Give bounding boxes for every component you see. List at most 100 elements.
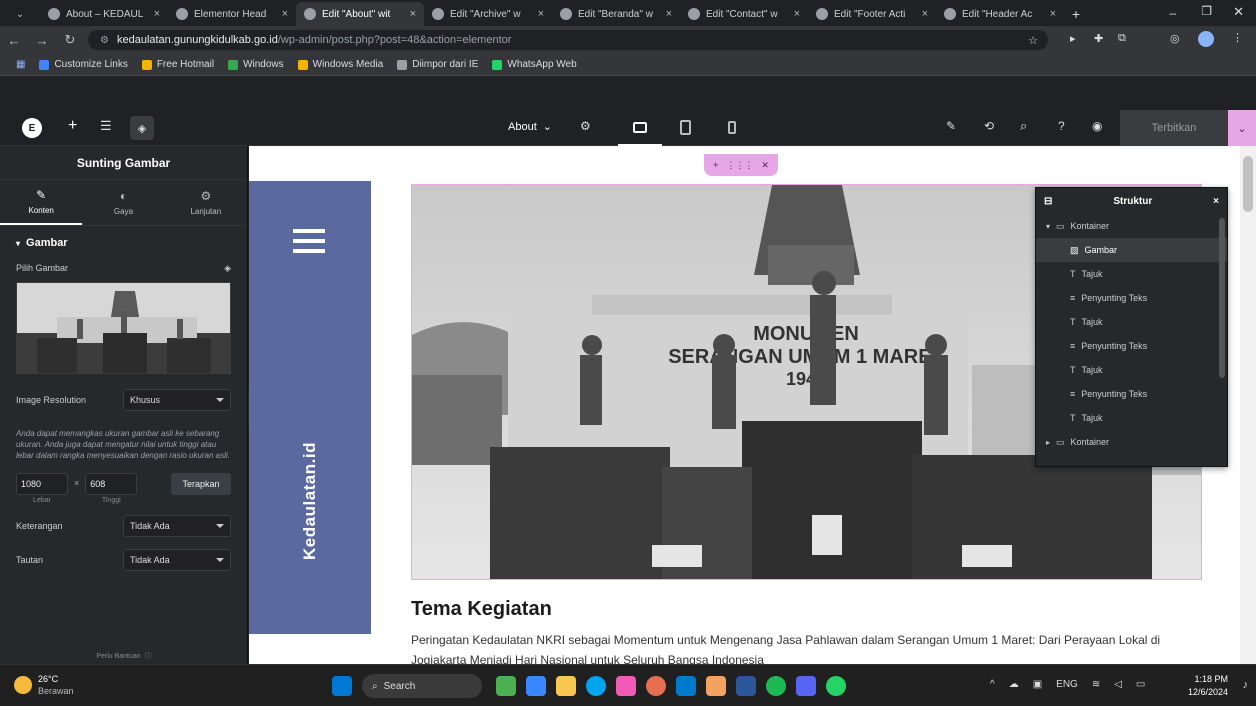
tab-style[interactable]: ◐ Gaya	[82, 180, 164, 225]
file-explorer-icon[interactable]	[556, 676, 576, 696]
help-icon[interactable]: ?	[1058, 119, 1065, 133]
tab-search-chevron-icon[interactable]: ⌄	[0, 2, 40, 26]
browser-tab[interactable]: About – KEDAUL ×	[40, 2, 168, 26]
navigator-close-icon[interactable]: ×	[1213, 196, 1219, 207]
history-icon[interactable]: ⟲	[984, 119, 994, 133]
windows-start-icon[interactable]	[332, 676, 352, 696]
puzzle-icon[interactable]: ⧉	[1118, 32, 1126, 45]
navigator-item[interactable]: ≡ Penyunting Teks	[1036, 334, 1227, 358]
whatsapp-icon[interactable]	[826, 676, 846, 696]
browser-tab[interactable]: Edit "About" wit ×	[296, 2, 424, 26]
canvas-scroll-thumb[interactable]	[1243, 156, 1253, 212]
browser-tab[interactable]: Edit "Header Ac ×	[936, 2, 1064, 26]
desktop-view-icon[interactable]	[618, 110, 662, 146]
mobile-view-icon[interactable]	[728, 121, 736, 134]
tab-close-icon[interactable]: ×	[666, 8, 672, 20]
back-icon[interactable]: ←	[0, 33, 28, 48]
tray-app-icon[interactable]: ▣	[1033, 679, 1042, 690]
bookmark-star-icon[interactable]: ☆	[1028, 34, 1038, 47]
browser-tab[interactable]: Elementor Head ×	[168, 2, 296, 26]
tab-close-icon[interactable]: ×	[282, 8, 288, 20]
tab-content[interactable]: ✎ Konten	[0, 180, 83, 225]
hamburger-menu-icon[interactable]	[293, 229, 325, 253]
tab-close-icon[interactable]: ×	[154, 8, 160, 20]
browser-tab[interactable]: Edit "Contact" w ×	[680, 2, 808, 26]
height-input[interactable]: 608	[85, 473, 138, 495]
caret-down-icon[interactable]: ▾	[1046, 222, 1050, 231]
taskbar-search[interactable]: ⌕ Search	[362, 674, 482, 698]
language-indicator[interactable]: ENG	[1056, 679, 1078, 690]
page-settings-icon[interactable]: ⚙	[580, 119, 591, 133]
new-tab-icon[interactable]: +	[1064, 2, 1088, 26]
section-image-toggle[interactable]: ▾ Gambar	[0, 226, 247, 260]
window-close-icon[interactable]: ✕	[1233, 4, 1244, 20]
publish-button[interactable]: Terbitkan	[1120, 110, 1228, 146]
vscode-icon[interactable]	[676, 676, 696, 696]
edge-icon[interactable]	[586, 676, 606, 696]
store-icon[interactable]	[616, 676, 636, 696]
task-view-icon[interactable]	[526, 676, 546, 696]
tab-close-icon[interactable]: ×	[538, 8, 544, 20]
tab-advanced[interactable]: ⚙ Lanjutan	[165, 180, 247, 225]
restore-icon[interactable]: ❐	[1201, 4, 1212, 18]
publish-options-chevron-icon[interactable]: ⌄	[1228, 110, 1256, 146]
browser-tab[interactable]: Edit "Footer Acti ×	[808, 2, 936, 26]
browser-tab[interactable]: Edit "Archive" w ×	[424, 2, 552, 26]
navigator-scrollbar[interactable]	[1219, 218, 1225, 378]
preview-eye-icon[interactable]: ◉	[1092, 119, 1102, 133]
structure-icon[interactable]: ◈	[130, 116, 154, 140]
bookmark-item[interactable]: Customize Links	[39, 59, 128, 70]
navigator-item[interactable]: ≡ Penyunting Teks	[1036, 286, 1227, 310]
bookmark-item[interactable]: Free Hotmail	[141, 59, 214, 70]
help-link[interactable]: Perlu Bantuan ⓘ	[0, 648, 248, 664]
canvas-scrollbar[interactable]	[1240, 146, 1256, 664]
vpn-icon[interactable]: ◎	[1170, 32, 1180, 45]
reload-icon[interactable]: ↻	[56, 32, 84, 48]
landscape-app-icon[interactable]	[496, 676, 516, 696]
edit-icon[interactable]: ✎	[946, 119, 956, 133]
navigator-item[interactable]: ▾ ▭ Kontainer	[1036, 214, 1227, 238]
browser-tab[interactable]: Edit "Beranda" w ×	[552, 2, 680, 26]
collapse-all-icon[interactable]: ⊟	[1044, 196, 1052, 207]
chat-app-icon[interactable]	[796, 676, 816, 696]
apply-button[interactable]: Terapkan	[171, 473, 231, 495]
drag-handle-icon[interactable]: ⋮⋮⋮	[726, 160, 753, 171]
minimize-icon[interactable]: –	[1169, 6, 1176, 20]
width-input[interactable]: 1080	[16, 473, 68, 495]
navigator-item[interactable]: T Tajuk	[1036, 262, 1227, 286]
extension-icon[interactable]: ✚	[1094, 32, 1103, 45]
tab-close-icon[interactable]: ×	[410, 8, 416, 20]
link-select[interactable]: Tidak Ada	[123, 549, 231, 571]
add-element-icon[interactable]: +	[68, 117, 77, 135]
bookmark-item[interactable]: Diimpor dari IE	[397, 59, 478, 70]
notification-bell-icon[interactable]: ♪	[1243, 679, 1249, 691]
apps-grid-icon[interactable]: ▦	[16, 59, 25, 70]
spotify-icon[interactable]	[766, 676, 786, 696]
weather-widget[interactable]: 26°C Berawan	[14, 673, 74, 697]
add-icon[interactable]: +	[713, 160, 718, 170]
navigator-item[interactable]: T Tajuk	[1036, 358, 1227, 382]
delete-icon[interactable]: ✕	[761, 160, 769, 171]
volume-icon[interactable]: ◁	[1114, 679, 1122, 690]
page-selector[interactable]: About ⌄	[508, 120, 552, 134]
url-field[interactable]: ⚙ kedaulatan.gunungkidulkab.go.id/wp-adm…	[88, 30, 1048, 50]
image-thumbnail[interactable]	[16, 282, 231, 374]
caption-select[interactable]: Tidak Ada	[123, 515, 231, 537]
tab-close-icon[interactable]: ×	[922, 8, 928, 20]
battery-icon[interactable]: ▭	[1136, 679, 1145, 690]
tablet-view-icon[interactable]	[680, 120, 691, 135]
resolution-select[interactable]: Khusus	[123, 389, 231, 411]
word-icon[interactable]	[736, 676, 756, 696]
system-clock[interactable]: 1:18 PM 12/6/2024	[1188, 673, 1228, 699]
site-settings-icon[interactable]: ☰	[100, 118, 112, 134]
elementor-logo-icon[interactable]: E	[22, 118, 42, 138]
caret-right-icon[interactable]: ▸	[1046, 438, 1050, 447]
profile-avatar[interactable]	[1198, 31, 1214, 47]
notes-app-icon[interactable]	[706, 676, 726, 696]
tab-close-icon[interactable]: ×	[1050, 8, 1056, 20]
bookmark-item[interactable]: Windows Media	[297, 59, 383, 70]
bookmark-item[interactable]: Windows	[228, 59, 284, 70]
menu-kebab-icon[interactable]: ⋮	[1232, 31, 1243, 44]
navigator-item[interactable]: ≡ Penyunting Teks	[1036, 382, 1227, 406]
tray-chevron-up-icon[interactable]: ^	[990, 679, 995, 690]
